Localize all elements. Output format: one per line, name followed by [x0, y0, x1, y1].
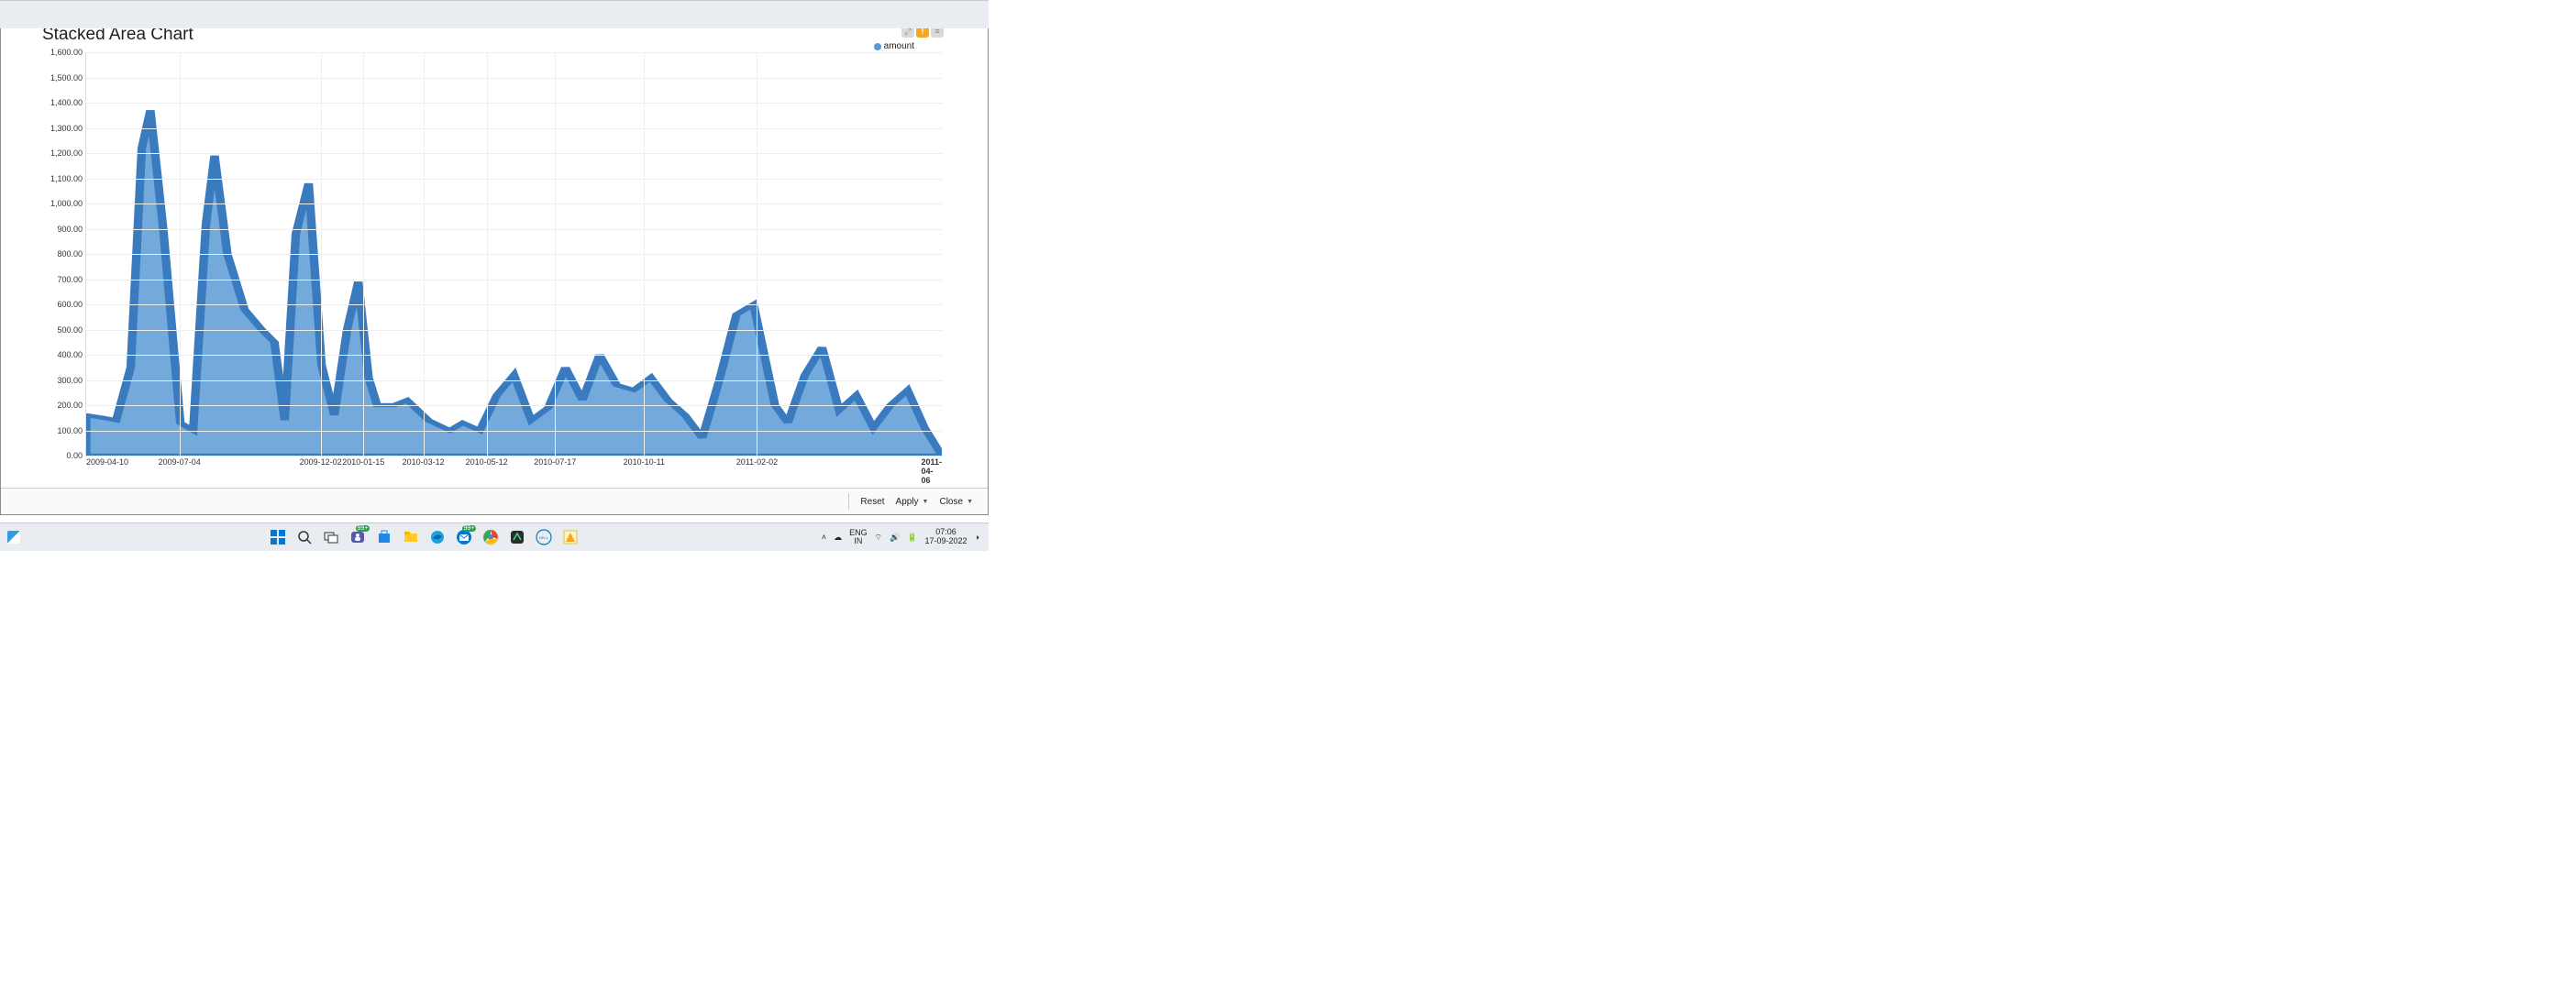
battery-icon[interactable]: 🔋	[907, 533, 917, 543]
gridline-h	[86, 405, 942, 406]
gridline-v	[487, 52, 488, 456]
task-view-icon[interactable]	[321, 527, 341, 547]
y-tick-label: 1,400.00	[50, 98, 83, 107]
separator	[848, 493, 849, 510]
gridline-v	[180, 52, 181, 456]
gridline-v	[644, 52, 645, 456]
x-tick-label: 2009-07-04	[159, 457, 201, 467]
gridline-h	[86, 431, 942, 432]
y-tick-label: 900.00	[57, 225, 83, 234]
y-tick-label: 800.00	[57, 249, 83, 258]
gridline-h	[86, 380, 942, 381]
y-tick-label: 700.00	[57, 275, 83, 284]
mail-icon[interactable]	[454, 527, 474, 547]
chart-legend[interactable]: amount	[874, 41, 914, 51]
taskbar	[0, 0, 989, 28]
y-tick-label: 100.00	[57, 426, 83, 435]
gridline-h	[86, 179, 942, 180]
widgets-icon	[7, 531, 20, 544]
apply-button[interactable]: Apply▼	[890, 493, 934, 511]
dell-icon[interactable]: DELL	[534, 527, 554, 547]
search-icon[interactable]	[294, 527, 315, 547]
y-tick-label: 0.00	[66, 451, 83, 460]
y-tick-label: 1,000.00	[50, 199, 83, 208]
chart-area: Stacked Area Chart ⤢ ! ≡ amount 0.00100.…	[1, 16, 988, 487]
app-window: JavaScript Stacked Area Chart — ❐ ✕ Stac…	[0, 0, 989, 515]
clock[interactable]: 07:06 17-09-2022	[925, 528, 967, 546]
y-tick-label: 600.00	[57, 300, 83, 309]
y-tick-label: 1,200.00	[50, 148, 83, 158]
gridline-h	[86, 153, 942, 154]
explorer-icon[interactable]	[401, 527, 421, 547]
y-tick-label: 500.00	[57, 325, 83, 335]
x-tick-label: 2009-04-10	[86, 457, 128, 467]
svg-text:DELL: DELL	[539, 535, 549, 540]
taskbar: DELL ˄ ☁ ENG IN ⌔ 🔊 🔋 07:06 17-09-2022 ◑	[0, 522, 989, 551]
taskbar-center: DELL	[28, 527, 822, 547]
gridline-h	[86, 229, 942, 230]
onedrive-icon[interactable]: ☁	[834, 533, 842, 543]
gridline-v	[321, 52, 322, 456]
x-tick-label: 2010-01-15	[342, 457, 384, 467]
gridline-h	[86, 254, 942, 255]
area-series	[86, 110, 942, 456]
y-tick-label: 200.00	[57, 401, 83, 410]
bottom-bar: Reset Apply▼ Close▼	[1, 488, 988, 514]
gridline-h	[86, 330, 942, 331]
y-tick-label: 400.00	[57, 350, 83, 359]
gridline-v	[424, 52, 425, 456]
edge-icon[interactable]	[427, 527, 448, 547]
x-tick-label: 2009-12-02	[300, 457, 342, 467]
language-indicator[interactable]: ENG IN	[849, 529, 868, 545]
x-tick-label: 2011-02-02	[736, 457, 778, 467]
taskbar-tray: ˄ ☁ ENG IN ⌔ 🔊 🔋 07:06 17-09-2022 ◑	[822, 528, 989, 546]
close-dropdown-button[interactable]: Close▼	[934, 493, 978, 511]
legend-label: amount	[884, 41, 914, 51]
x-tick-label: 2010-07-17	[534, 457, 576, 467]
focus-icon[interactable]: ◑	[975, 533, 979, 542]
y-tick-label: 300.00	[57, 376, 83, 385]
y-tick-label: 1,100.00	[50, 174, 83, 183]
chrome-icon[interactable]	[481, 527, 501, 547]
store-icon[interactable]	[374, 527, 394, 547]
wifi-icon[interactable]: ⌔	[875, 533, 882, 543]
gridline-v	[555, 52, 556, 456]
legend-marker-icon	[874, 43, 881, 50]
y-tick-label: 1,500.00	[50, 73, 83, 82]
app-icon-1[interactable]	[507, 527, 527, 547]
gridline-h	[86, 304, 942, 305]
warning-app-icon[interactable]	[560, 527, 580, 547]
gridline-v	[363, 52, 364, 456]
gridline-h	[86, 78, 942, 79]
chart-plot[interactable]: 0.00100.00200.00300.00400.00500.00600.00…	[85, 52, 942, 456]
x-tick-label: 2011-04-06	[921, 457, 942, 485]
gridline-h	[86, 355, 942, 356]
x-tick-label: 2010-05-12	[466, 457, 508, 467]
volume-icon[interactable]: 🔊	[890, 533, 900, 543]
y-tick-label: 1,300.00	[50, 124, 83, 133]
gridline-h	[86, 103, 942, 104]
taskbar-widgets[interactable]	[0, 531, 28, 544]
x-tick-label: 2010-03-12	[403, 457, 445, 467]
teams-icon[interactable]	[348, 527, 368, 547]
caret-down-icon: ▼	[923, 499, 929, 505]
x-tick-label: 2010-10-11	[624, 457, 665, 467]
start-button[interactable]	[268, 527, 288, 547]
gridline-h	[86, 52, 942, 53]
caret-down-icon: ▼	[967, 499, 973, 505]
tray-chevron-icon[interactable]: ˄	[822, 533, 826, 542]
y-tick-label: 1,600.00	[50, 48, 83, 57]
reset-button[interactable]: Reset	[855, 493, 890, 511]
gridline-h	[86, 128, 942, 129]
